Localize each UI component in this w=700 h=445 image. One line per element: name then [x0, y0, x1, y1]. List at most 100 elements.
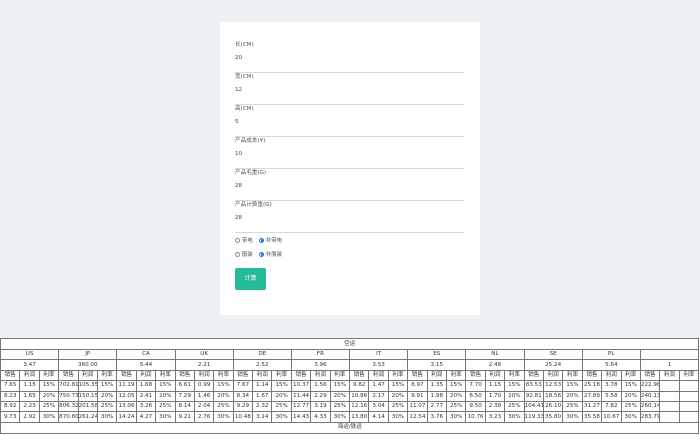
- column-header-sale: 销售: [232, 369, 254, 382]
- product-cost-input[interactable]: 10: [235, 150, 242, 158]
- margin-cell: 25%: [387, 400, 409, 413]
- sale-cell: 13.06: [116, 400, 137, 413]
- sale-cell: 12.54: [407, 411, 428, 423]
- column-header-margin: 利率: [504, 369, 525, 382]
- column-header-sale: 销售: [523, 369, 544, 382]
- sale-cell: 10.37: [290, 380, 312, 392]
- table-row: 8.92 2.23 25% 806.32 201.58 25% 13.06 3.26 25% 8.…: [0, 400, 700, 413]
- sale-cell: 7.29: [174, 390, 195, 402]
- gross-weight-input[interactable]: 28: [235, 182, 242, 190]
- margin-cell: 25%: [504, 400, 525, 413]
- height-field[interactable]: 高(CM) 5: [235, 105, 464, 137]
- column-header-profit: 利润: [193, 369, 215, 382]
- radio-button-icon[interactable]: [258, 237, 264, 243]
- sale-cell: 12.77: [290, 400, 312, 413]
- sale-cell: 14.43: [290, 411, 312, 423]
- margin-cell: 15%: [271, 380, 292, 392]
- margin-cell: 20%: [562, 390, 583, 402]
- profit-cell: 201.58: [77, 400, 98, 413]
- sale-cell: 260.14: [639, 400, 661, 413]
- column-header-sale: 销售: [116, 369, 137, 382]
- profit-cell: 3.04: [368, 400, 389, 413]
- gross-weight-field[interactable]: 产品毛重(G) 28: [235, 169, 464, 201]
- profit-cell: 18.56: [542, 390, 564, 402]
- sale-cell: 10.86: [349, 390, 370, 402]
- column-header-profit: 利润: [310, 369, 331, 382]
- sale-cell: 31.27: [581, 400, 603, 413]
- radio-label: 非带电: [265, 238, 282, 244]
- sale-cell: 92.81: [523, 390, 544, 402]
- column-header-sale: 销售: [349, 369, 370, 382]
- radio-button-icon[interactable]: [235, 251, 240, 257]
- column-header-margin: 利率: [38, 369, 60, 382]
- margin-cell: 25%: [620, 400, 641, 413]
- margin-cell: 25%: [38, 400, 60, 413]
- exchange-rate-cell: 3.96: [290, 359, 351, 371]
- sale-cell: 9.82: [349, 380, 370, 392]
- billing-weight-input[interactable]: 28: [235, 214, 242, 222]
- profit-cell: [659, 400, 680, 413]
- profit-cell: 2.32: [252, 400, 273, 413]
- margin-cell: 15%: [562, 380, 583, 392]
- profit-cell: 2.41: [135, 390, 157, 402]
- country-code-header: FR: [290, 348, 351, 361]
- profit-cell: 5.58: [601, 390, 622, 402]
- column-header-profit: 利润: [601, 369, 622, 382]
- sale-cell: 240.13: [639, 390, 661, 402]
- margin-cell: 15%: [387, 380, 409, 392]
- margin-cell: [678, 411, 700, 423]
- profit-cell: [659, 411, 680, 423]
- sale-cell: 7.70: [465, 380, 486, 392]
- width-input[interactable]: 12: [235, 86, 242, 94]
- column-header-margin: 利率: [271, 369, 292, 382]
- height-input[interactable]: 5: [235, 118, 239, 126]
- margin-cell: 15%: [504, 380, 525, 392]
- battery-option-1[interactable]: 非带电: [258, 237, 282, 245]
- sale-cell: 7.67: [232, 380, 254, 392]
- length-input[interactable]: 20: [235, 54, 242, 62]
- profit-cell: 1.14: [252, 380, 273, 392]
- profit-cell: 10.67: [601, 411, 622, 423]
- margin-cell: [678, 380, 700, 392]
- radio-label: 服装: [242, 252, 253, 258]
- exchange-rate-cell: 2.21: [174, 359, 234, 371]
- country-code-header: IT: [349, 348, 409, 361]
- profit-cell: 4.27: [135, 411, 157, 423]
- column-header-sale: 销售: [58, 369, 79, 382]
- exchange-rate-cell: 1: [639, 359, 700, 371]
- margin-cell: 30%: [96, 411, 118, 423]
- results-table-container: 空运 US JP CA UK DE FR IT ES NL SE PL 3.47 360.00 5.44 2.…: [0, 338, 700, 445]
- profit-cell: 26.10: [542, 400, 564, 413]
- profit-cell: 3.76: [426, 411, 447, 423]
- radio-label: 带电: [242, 238, 253, 244]
- billing-weight-field[interactable]: 产品计费重(G) 28: [235, 201, 464, 233]
- radio-button-icon[interactable]: [258, 251, 264, 257]
- margin-cell: 20%: [329, 390, 351, 402]
- exchange-rate-cell: 3.53: [349, 359, 409, 371]
- sale-cell: 870.80: [58, 411, 79, 423]
- profit-cell: 1.67: [252, 390, 273, 402]
- profit-cell: 3.14: [252, 411, 273, 423]
- length-field[interactable]: 长(CM) 20: [235, 41, 464, 73]
- product-cost-field[interactable]: 产品成本(¥) 10: [235, 137, 464, 169]
- sale-cell: 9.29: [232, 400, 254, 413]
- profit-cell: 1.15: [19, 380, 40, 392]
- column-header-margin: 利率: [445, 369, 467, 382]
- margin-cell: 20%: [271, 390, 292, 402]
- sale-cell: 12.16: [349, 400, 370, 413]
- calculate-button[interactable]: 计算: [235, 268, 266, 290]
- country-code-header: US: [0, 348, 60, 361]
- sale-cell: 83.53: [523, 380, 544, 392]
- apparel-option-0[interactable]: 服装: [235, 251, 253, 259]
- apparel-option-1[interactable]: 非服装: [258, 251, 282, 259]
- profit-cell: 150.15: [77, 390, 98, 402]
- battery-option-0[interactable]: 带电: [235, 237, 253, 245]
- margin-cell: 15%: [38, 380, 60, 392]
- column-header-profit: 利润: [19, 369, 40, 382]
- exchange-rate-cell: 360.00: [58, 359, 118, 371]
- profit-cell: 3.26: [135, 400, 157, 413]
- radio-button-icon[interactable]: [235, 237, 240, 243]
- column-header-profit: 利润: [252, 369, 273, 382]
- width-field[interactable]: 宽(CM) 12: [235, 73, 464, 105]
- column-header-profit: 利润: [542, 369, 564, 382]
